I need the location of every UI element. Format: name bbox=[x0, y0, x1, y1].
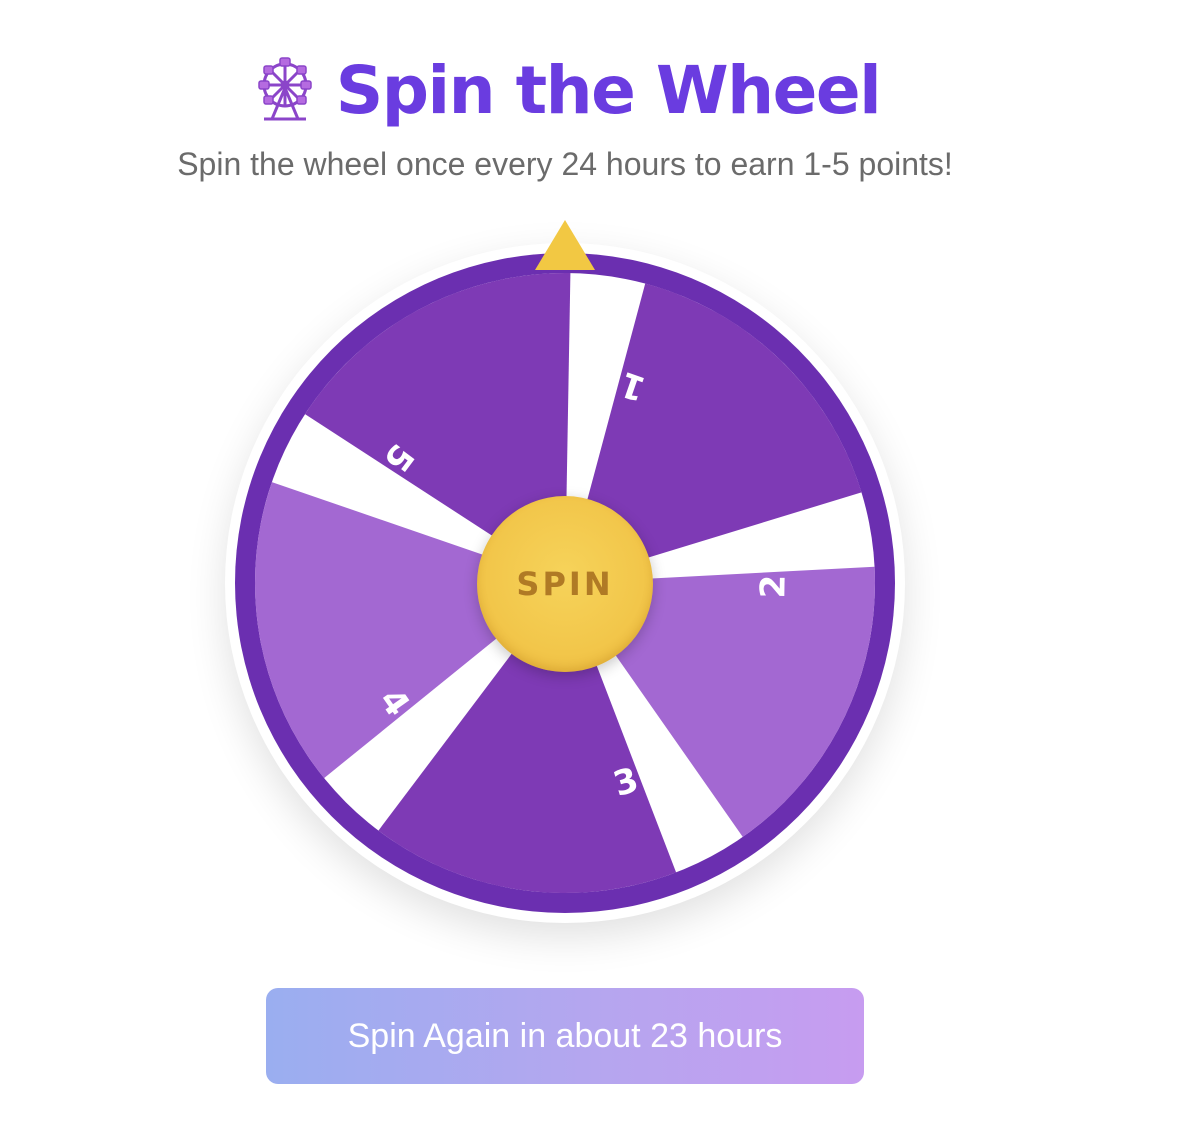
spin-wheel-page: Spin the Wheel Spin the wheel once every… bbox=[0, 0, 1184, 1128]
spin-button-label: SPIN bbox=[516, 565, 614, 603]
header: Spin the Wheel bbox=[0, 40, 1130, 140]
wheel-segment-label-2: 2 bbox=[753, 574, 793, 598]
spin-button[interactable]: SPIN bbox=[477, 496, 653, 672]
ferris-wheel-icon bbox=[257, 57, 312, 121]
wheel-pointer-icon bbox=[535, 220, 595, 270]
page-subtitle: Spin the wheel once every 24 hours to ea… bbox=[177, 146, 953, 182]
spin-again-cooldown-button[interactable]: Spin Again in about 23 hours bbox=[266, 988, 864, 1084]
page-title: Spin the Wheel bbox=[335, 51, 882, 129]
